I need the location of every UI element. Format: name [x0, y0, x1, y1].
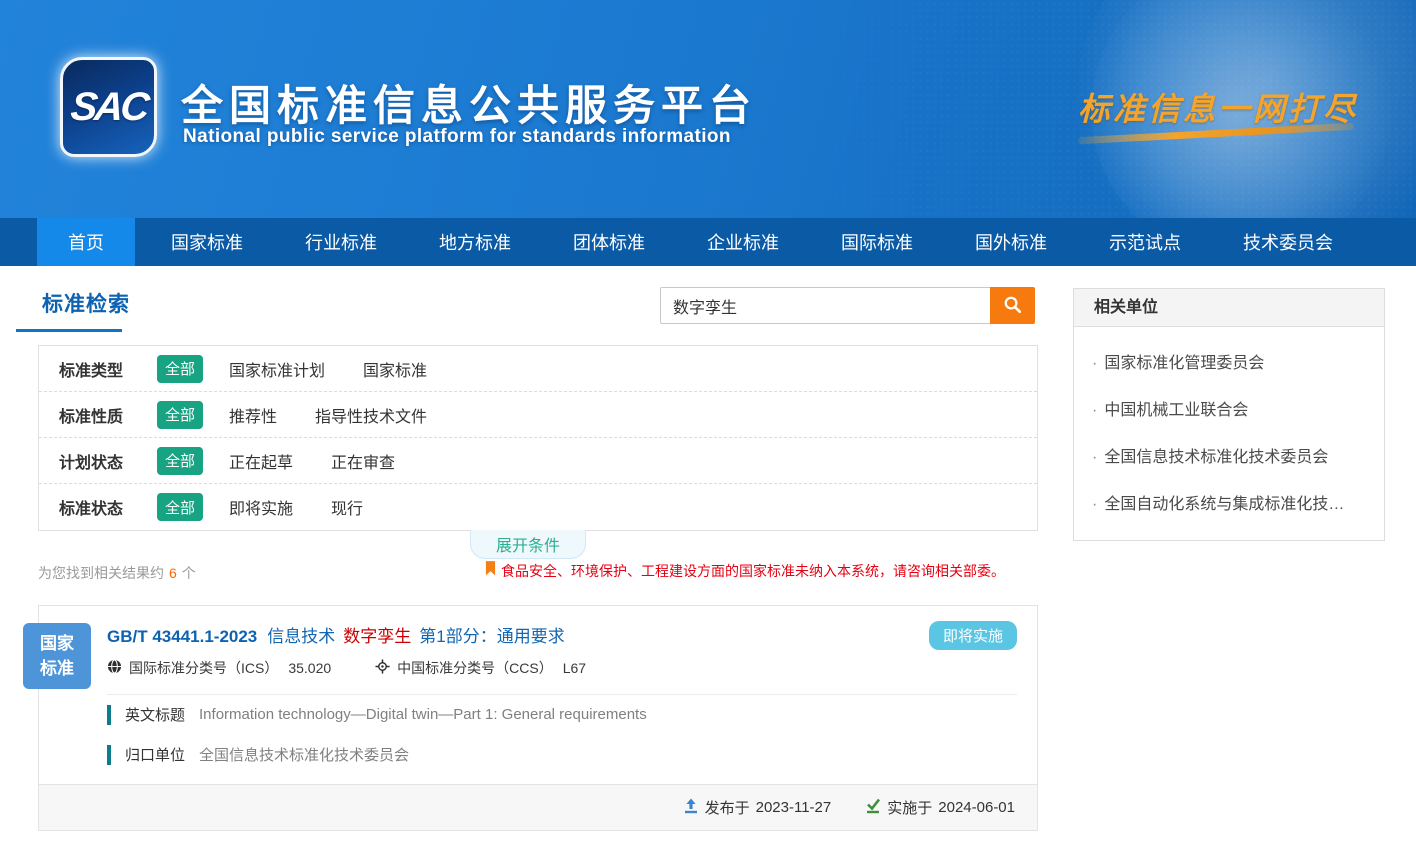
search-input[interactable]: [660, 287, 990, 324]
site-subtitle: National public service platform for sta…: [183, 126, 731, 148]
related-unit-link[interactable]: 全国信息技术标准化技术委员会: [1092, 443, 1366, 467]
nav-item-foreign-standards[interactable]: 国外标准: [949, 218, 1073, 266]
filter-option[interactable]: 国家标准: [363, 357, 427, 381]
standard-title-link[interactable]: GB/T 43441.1-2023 信息技术数字孪生第1部分：通用要求: [107, 622, 573, 647]
search-button[interactable]: [990, 287, 1035, 324]
related-unit-link[interactable]: 全国自动化系统与集成标准化技…: [1092, 490, 1366, 514]
filter-label: 计划状态: [59, 449, 157, 473]
related-unit-link[interactable]: 中国机械工业联合会: [1092, 396, 1366, 420]
filter-option[interactable]: 指导性技术文件: [315, 403, 427, 427]
results-count: 为您找到相关结果约 6个: [38, 563, 196, 583]
result-card: 国家 标准 GB/T 43441.1-2023信息技术数字孪生第1部分：通用要求…: [38, 605, 1038, 831]
ccs-item: 中国标准分类号（CCS） L67: [375, 658, 586, 678]
results-count-number: 6: [169, 565, 177, 581]
standard-code: GB/T 43441.1-2023: [107, 627, 257, 646]
nav-item-group-standards[interactable]: 团体标准: [547, 218, 671, 266]
implemented-label: 实施于: [887, 797, 932, 818]
nav-item-international-standards[interactable]: 国际标准: [815, 218, 939, 266]
implemented-date: 2024-06-01: [938, 799, 1015, 816]
related-units-panel: 相关单位 国家标准化管理委员会 中国机械工业联合会 全国信息技术标准化技术委员会…: [1073, 288, 1385, 541]
nav-item-home[interactable]: 首页: [37, 218, 135, 266]
results-count-prefix: 为您找到相关结果约: [38, 565, 164, 581]
filter-option[interactable]: 现行: [331, 495, 363, 519]
filter-all-button[interactable]: 全部: [157, 493, 203, 521]
nav-item-pilot[interactable]: 示范试点: [1083, 218, 1207, 266]
sac-logo-text: SAC: [68, 85, 148, 130]
filter-box: 标准类型 全部 国家标准计划 国家标准 标准性质 全部 推荐性 指导性技术文件 …: [38, 345, 1038, 531]
filter-label: 标准性质: [59, 403, 157, 427]
type-badge-line1: 国家: [23, 631, 91, 656]
site-slogan: 标准信息一网打尽: [1078, 84, 1358, 130]
sac-logo: SAC: [60, 57, 157, 157]
expand-conditions-button[interactable]: 展开条件: [470, 530, 586, 559]
field-label: 英文标题: [125, 704, 185, 725]
ics-value: 35.020: [288, 660, 331, 676]
field-value: Information technology—Digital twin—Part…: [199, 706, 647, 723]
card-divider: [107, 694, 1017, 695]
standard-title-highlight: 数字孪生: [343, 627, 411, 646]
page: SAC 全国标准信息公共服务平台 National public service…: [0, 0, 1416, 845]
filter-option[interactable]: 正在审查: [331, 449, 395, 473]
main-nav: 首页 国家标准 行业标准 地方标准 团体标准 企业标准 国际标准 国外标准 示范…: [0, 218, 1416, 266]
filter-label: 标准类型: [59, 357, 157, 381]
filter-row-standard-type: 标准类型 全部 国家标准计划 国家标准: [39, 346, 1037, 392]
field-label: 归口单位: [125, 744, 185, 765]
standard-type-badge: 国家 标准: [23, 623, 91, 689]
notice-text: 食品安全、环境保护、工程建设方面的国家标准未纳入本系统，请咨询相关部委。: [501, 561, 1005, 581]
search-box: [660, 287, 1035, 324]
filter-option[interactable]: 推荐性: [229, 403, 277, 427]
nav-item-national-standards[interactable]: 国家标准: [145, 218, 269, 266]
results-summary: 为您找到相关结果约 6个 食品安全、环境保护、工程建设方面的国家标准未纳入本系统，…: [38, 563, 1038, 583]
ics-label: 国际标准分类号（ICS）: [129, 658, 278, 678]
header-banner: SAC 全国标准信息公共服务平台 National public service…: [0, 0, 1416, 218]
filter-all-button[interactable]: 全部: [157, 447, 203, 475]
standard-title-part2: 第1部分：通用要求: [419, 627, 564, 646]
ccs-value: L67: [563, 660, 586, 676]
published-date: 2023-11-27: [756, 799, 832, 816]
field-value: 全国信息技术标准化技术委员会: [199, 744, 409, 765]
implemented-date-item: 实施于 2024-06-01: [865, 797, 1015, 818]
filter-row-standard-status: 标准状态 全部 即将实施 现行: [39, 484, 1037, 530]
filter-option[interactable]: 正在起草: [229, 449, 293, 473]
field-accent-bar: [107, 745, 111, 765]
system-notice: 食品安全、环境保护、工程建设方面的国家标准未纳入本系统，请咨询相关部委。: [485, 561, 1005, 581]
crosshair-icon: [375, 659, 397, 677]
related-units-title: 相关单位: [1074, 289, 1384, 327]
filter-option[interactable]: 国家标准计划: [229, 357, 325, 381]
card-footer: 发布于 2023-11-27 实施于 2024-06-01: [39, 784, 1037, 830]
site-title: 全国标准信息公共服务平台: [181, 72, 757, 133]
filter-all-button[interactable]: 全部: [157, 401, 203, 429]
english-title-row: 英文标题 Information technology—Digital twin…: [107, 704, 647, 725]
filter-all-button[interactable]: 全部: [157, 355, 203, 383]
globe-icon: [107, 659, 129, 677]
committee-row: 归口单位 全国信息技术标准化技术委员会: [107, 744, 409, 765]
ics-item: 国际标准分类号（ICS） 35.020: [107, 658, 331, 678]
status-badge: 即将实施: [929, 621, 1017, 650]
nav-item-enterprise-standards[interactable]: 企业标准: [681, 218, 805, 266]
classification-row: 国际标准分类号（ICS） 35.020 中国标准: [107, 658, 630, 678]
standard-title-part1: 信息技术: [267, 627, 335, 646]
check-icon: [865, 798, 887, 818]
ccs-label: 中国标准分类号（CCS）: [397, 658, 553, 678]
filter-row-plan-status: 计划状态 全部 正在起草 正在审查: [39, 438, 1037, 484]
page-title: 标准检索: [42, 288, 130, 318]
field-accent-bar: [107, 705, 111, 725]
magnifier-icon: [1003, 295, 1022, 317]
page-title-underline: [16, 329, 122, 332]
nav-item-industry-standards[interactable]: 行业标准: [279, 218, 403, 266]
nav-item-local-standards[interactable]: 地方标准: [413, 218, 537, 266]
results-count-suffix: 个: [182, 565, 196, 581]
filter-label: 标准状态: [59, 495, 157, 519]
type-badge-line2: 标准: [23, 656, 91, 681]
related-unit-link[interactable]: 国家标准化管理委员会: [1092, 349, 1366, 373]
nav-item-technical-committee[interactable]: 技术委员会: [1217, 218, 1359, 266]
filter-option[interactable]: 即将实施: [229, 495, 293, 519]
filter-row-standard-nature: 标准性质 全部 推荐性 指导性技术文件: [39, 392, 1037, 438]
published-label: 发布于: [705, 797, 750, 818]
related-units-list: 国家标准化管理委员会 中国机械工业联合会 全国信息技术标准化技术委员会 全国自动…: [1074, 327, 1384, 540]
published-date-item: 发布于 2023-11-27: [683, 797, 832, 818]
upload-icon: [683, 798, 705, 818]
content-area: 标准检索 标准类型 全部 国家标准计划 国家标准: [0, 266, 1416, 845]
bookmark-icon: [485, 561, 496, 581]
